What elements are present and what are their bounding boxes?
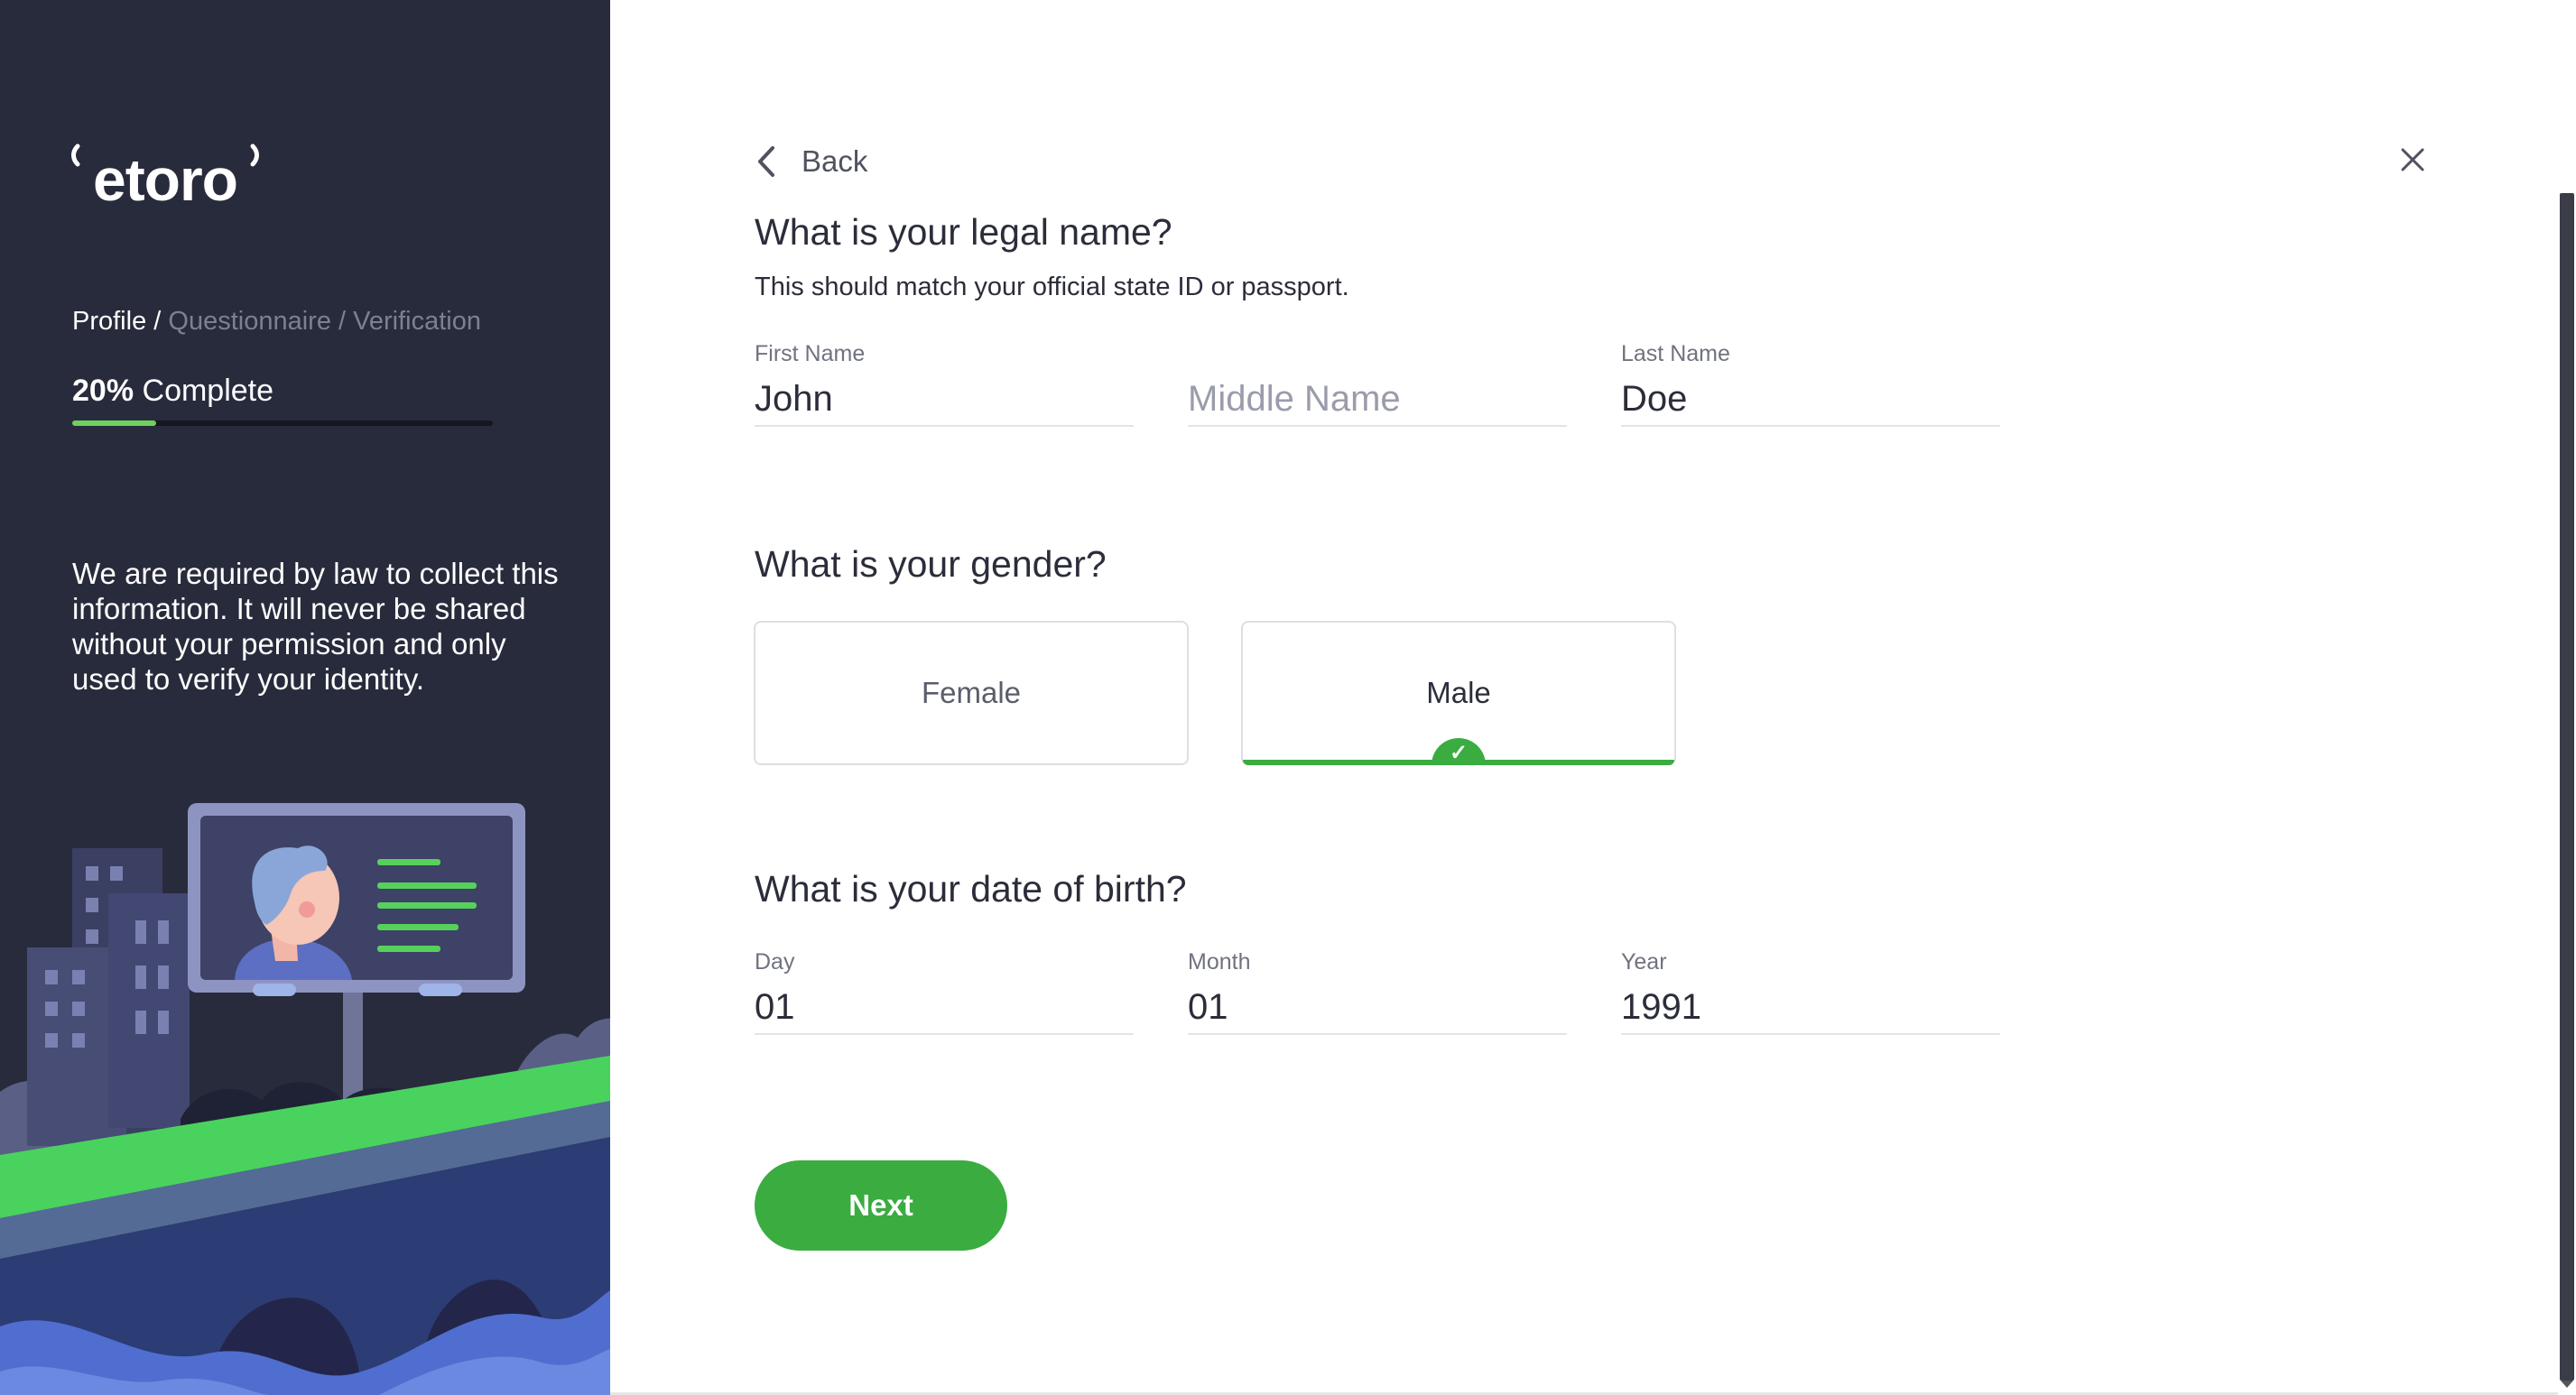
last-name-field: Last Name [1621, 341, 2000, 427]
first-name-input[interactable] [755, 373, 1134, 427]
chevron-left-icon [758, 146, 774, 177]
gender-heading: What is your gender? [755, 543, 1107, 585]
day-input[interactable] [755, 981, 1134, 1035]
svg-text:etoro: etoro [93, 146, 237, 208]
checkmark-icon: ✓ [1432, 738, 1486, 765]
progress-fill [72, 420, 157, 426]
first-name-label: First Name [755, 341, 866, 366]
legal-name-subtitle: This should match your official state ID… [755, 273, 1349, 301]
sidebar: etoro Profile / Questionnaire / Verifica… [0, 0, 610, 1395]
back-button[interactable]: Back [755, 141, 867, 182]
step-remaining: Questionnaire / Verification [161, 307, 481, 336]
month-label: Month [1188, 949, 1251, 975]
gender-option-label: Male [1426, 676, 1491, 709]
last-name-input[interactable] [1621, 373, 2000, 427]
month-field: Month [1188, 949, 1567, 1035]
day-label: Day [755, 949, 795, 975]
progress-percent: 20% [72, 374, 134, 408]
dob-heading: What is your date of birth? [755, 868, 1187, 910]
day-field: Day [755, 949, 1134, 1035]
onboarding-steps: Profile / Questionnaire / Verification [72, 307, 481, 337]
gender-option-female[interactable]: Female [754, 621, 1189, 765]
year-label: Year [1621, 949, 1667, 975]
progress-suffix: Complete [134, 374, 274, 408]
scrollbar-thumb[interactable] [2560, 193, 2574, 1381]
middle-name-field [1188, 341, 1567, 427]
year-field: Year [1621, 949, 2000, 1035]
step-current: Profile / [72, 307, 162, 336]
progress-bar [72, 420, 493, 426]
gender-option-label: Female [921, 676, 1022, 709]
scroll-down-arrow-icon[interactable] [2561, 1381, 2573, 1388]
back-label: Back [802, 144, 868, 178]
month-input[interactable] [1188, 981, 1567, 1035]
close-icon[interactable] [2397, 144, 2428, 175]
etoro-logo: etoro [71, 143, 259, 208]
privacy-notice: We are required by law to collect this i… [72, 557, 559, 696]
year-input[interactable] [1621, 981, 2000, 1035]
first-name-field: First Name [755, 341, 1134, 427]
next-button[interactable]: Next [755, 1160, 1007, 1251]
last-name-label: Last Name [1621, 341, 1730, 366]
middle-name-input[interactable] [1188, 373, 1567, 427]
gender-option-male[interactable]: Male ✓ [1241, 621, 1676, 765]
legal-name-heading: What is your legal name? [755, 211, 1172, 253]
progress-label: 20% Complete [72, 374, 273, 409]
scrollbar[interactable] [2558, 0, 2576, 1395]
billboard-illustration [0, 803, 610, 1395]
